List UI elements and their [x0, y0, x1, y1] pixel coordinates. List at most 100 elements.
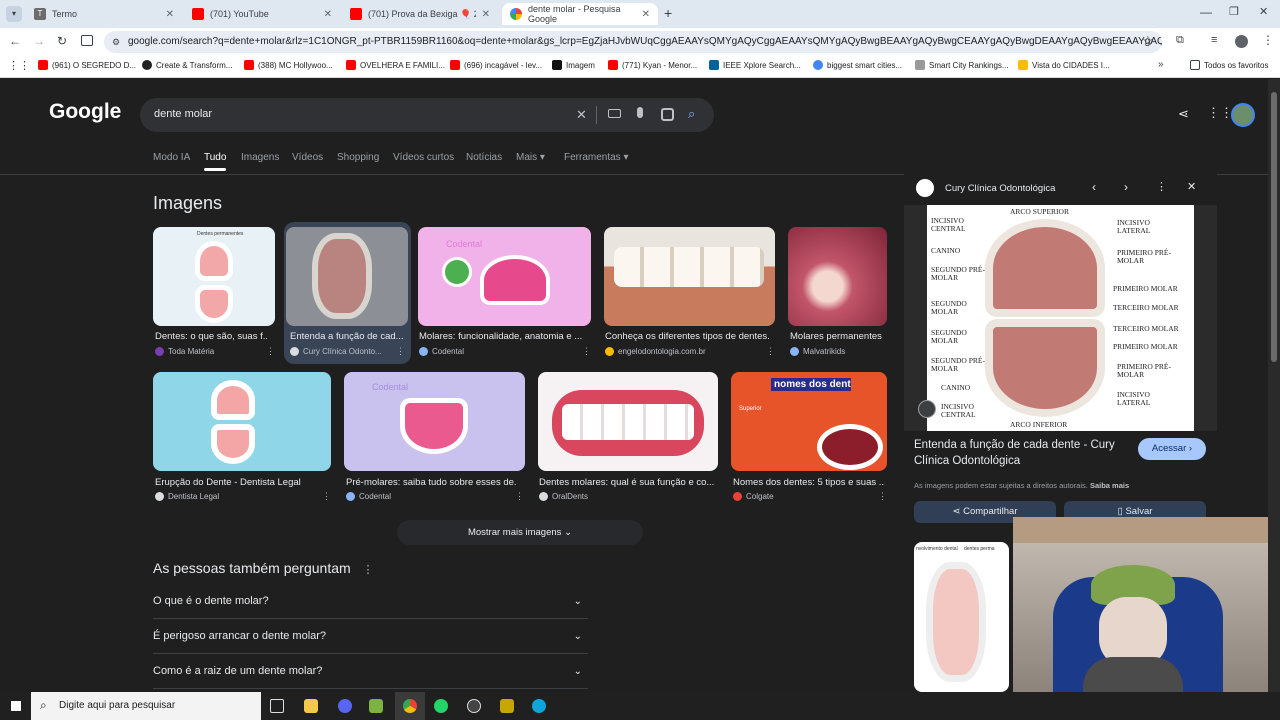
image-caption[interactable]: Erupção do Dente - Dentista Legal [155, 477, 331, 488]
bookmark-5[interactable]: Imagem [552, 60, 595, 70]
image-result-malvatrikids[interactable] [788, 227, 887, 326]
image-result-engelodontologia[interactable] [604, 227, 775, 326]
apps-icon[interactable]: ⋮⋮ [8, 59, 30, 72]
image-result-codental[interactable]: Codental [418, 227, 591, 326]
tab-shopping[interactable]: Shopping [337, 152, 379, 163]
bookmark-10[interactable]: Vista do CIDADES I... [1018, 60, 1110, 70]
new-tab-button[interactable]: + [664, 5, 672, 21]
image-source[interactable]: Codental [346, 492, 391, 501]
next-icon[interactable]: › [1124, 180, 1128, 194]
more-options-icon[interactable]: ⋮ [766, 346, 775, 357]
task-view-icon[interactable] [270, 699, 284, 713]
restore-button[interactable]: ❐ [1229, 5, 1239, 18]
app-icon[interactable] [500, 699, 514, 713]
image-source[interactable]: Codental [419, 347, 464, 356]
more-options-icon[interactable]: ⋮ [396, 346, 405, 357]
more-options-icon[interactable]: ⋮ [878, 491, 887, 502]
tab-mais[interactable]: Mais ▾ [516, 152, 545, 163]
discord-icon[interactable] [338, 699, 352, 713]
image-result-dentista-legal[interactable] [153, 372, 331, 471]
image-caption[interactable]: Molares permanentes [790, 331, 886, 342]
chrome-icon[interactable] [403, 699, 417, 713]
close-icon[interactable]: ✕ [642, 9, 650, 20]
search-icon[interactable]: ⌕ [688, 106, 695, 122]
preview-image[interactable]: ARCO SUPERIOR ARCO INFERIOR INCISIVO CEN… [904, 205, 1217, 431]
tab-youtube-prova[interactable]: (701) Prova da Bexiga 🎈 2 - Yo ✕ [342, 3, 498, 25]
tab-noticias[interactable]: Notícias [466, 152, 502, 163]
account-avatar[interactable] [1231, 103, 1255, 127]
tab-videos[interactable]: Vídeos [292, 152, 323, 163]
taskbar-search[interactable]: ⌕ Digite aqui para pesquisar [31, 692, 261, 720]
bookmark-2[interactable]: (388) MC Hollywoo... [244, 60, 333, 70]
all-bookmarks[interactable]: Todos os favoritos [1190, 60, 1268, 70]
lens-icon[interactable] [661, 108, 674, 121]
google-logo[interactable]: Google [49, 100, 121, 124]
more-options-icon[interactable]: ⋮ [363, 564, 374, 576]
share-icon[interactable]: ⋖ [1178, 106, 1189, 122]
taskbar-search-input[interactable]: Digite aqui para pesquisar [59, 700, 175, 711]
close-preview-icon[interactable]: ✕ [1187, 180, 1196, 193]
close-icon[interactable]: ✕ [166, 9, 174, 20]
image-caption[interactable]: Pré-molares: saiba tudo sobre esses de..… [346, 477, 516, 488]
learn-more-link[interactable]: Saiba mais [1090, 481, 1129, 490]
image-source[interactable]: Malvatrikids [790, 347, 845, 356]
extensions-icon[interactable]: ⧉ [1176, 34, 1184, 47]
image-result-toda-materia[interactable]: Dentes permanentes [153, 227, 275, 326]
search-input[interactable]: dente molar [154, 108, 212, 120]
bookmark-6[interactable]: (771) Kyan - Menor... [608, 60, 697, 70]
edge-icon[interactable] [532, 699, 546, 713]
bookmark-8[interactable]: biggest smart cities... [813, 60, 902, 70]
paa-question[interactable]: Como é a raiz de um dente molar? ⌄ [153, 654, 588, 689]
previous-icon[interactable]: ‹ [1092, 180, 1096, 194]
paa-question[interactable]: É perigoso arrancar o dente molar? ⌄ [153, 619, 588, 654]
close-icon[interactable]: ✕ [324, 9, 332, 20]
more-bookmarks-icon[interactable]: » [1158, 59, 1164, 70]
related-image-thumb[interactable]: nvolvimento dental dentes perma [914, 542, 1009, 692]
bookmark-7[interactable]: IEEE Xplore Search... [709, 60, 801, 70]
window-close-button[interactable]: ✕ [1259, 5, 1268, 18]
obs-icon[interactable] [467, 699, 481, 713]
forward-icon[interactable]: → [33, 34, 45, 48]
image-result-codental-premolares[interactable]: Codental [344, 372, 525, 471]
browser-menu-icon[interactable]: ⋮ [1262, 33, 1274, 47]
tab-youtube[interactable]: (701) YouTube ✕ [184, 3, 340, 25]
clear-icon[interactable]: ✕ [576, 107, 587, 123]
profile-avatar[interactable] [1235, 35, 1248, 48]
tab-termo[interactable]: T Termo ✕ [26, 3, 182, 25]
image-result-oraldents[interactable] [538, 372, 718, 471]
image-source[interactable]: Cury Clínica Odonto... [290, 347, 382, 356]
tab-google-search[interactable]: dente molar - Pesquisa Google ✕ [502, 3, 658, 25]
preview-title[interactable]: Entenda a função de cada dente - Cury Cl… [914, 437, 1132, 469]
tab-imagens[interactable]: Imagens [241, 152, 279, 163]
lens-search-icon[interactable] [918, 400, 936, 418]
image-result-colgate[interactable]: nomes dos dentes Superior [731, 372, 887, 471]
sidebar-icon[interactable] [81, 35, 93, 46]
tab-modo-ia[interactable]: Modo IA [153, 152, 190, 163]
more-options-icon[interactable]: ⋮ [1156, 180, 1167, 193]
star-icon[interactable]: ☆ [1142, 33, 1154, 49]
search-box[interactable]: dente molar ✕ ⌕ [140, 98, 714, 132]
image-source[interactable]: Colgate [733, 492, 774, 501]
close-icon[interactable]: ✕ [482, 9, 490, 20]
page-scrollbar-thumb[interactable] [1271, 92, 1277, 362]
image-caption[interactable]: Dentes: o que são, suas f... [155, 331, 267, 342]
bookmark-1[interactable]: Create & Transform... [142, 60, 232, 70]
show-more-images-button[interactable]: Mostrar mais imagens ⌄ [397, 520, 643, 545]
microphone-icon[interactable] [637, 107, 643, 118]
image-source[interactable]: Dentista Legal [155, 492, 219, 501]
more-options-icon[interactable]: ⋮ [266, 346, 275, 357]
more-options-icon[interactable]: ⋮ [515, 491, 524, 502]
image-caption[interactable]: Dentes molares: qual é sua função e co..… [539, 477, 715, 488]
image-caption[interactable]: Entenda a função de cad... [290, 331, 404, 342]
bookmark-9[interactable]: Smart City Rankings... [915, 60, 1009, 70]
tab-ferramentas[interactable]: Ferramentas ▾ [564, 152, 629, 163]
file-explorer-icon[interactable] [304, 699, 318, 713]
preview-site-name[interactable]: Cury Clínica Odontológica [945, 183, 1055, 194]
tab-videos-curtos[interactable]: Vídeos curtos [393, 152, 454, 163]
image-source[interactable]: engelodontologia.com.br [605, 347, 706, 356]
windows-start-icon[interactable] [10, 700, 22, 712]
whatsapp-icon[interactable] [434, 699, 448, 713]
site-info-icon[interactable]: ⚙ [112, 31, 120, 53]
image-caption[interactable]: Conheça os diferentes tipos de dentes... [605, 331, 769, 342]
image-caption[interactable]: Nomes dos dentes: 5 tipos e suas ... [733, 477, 885, 488]
